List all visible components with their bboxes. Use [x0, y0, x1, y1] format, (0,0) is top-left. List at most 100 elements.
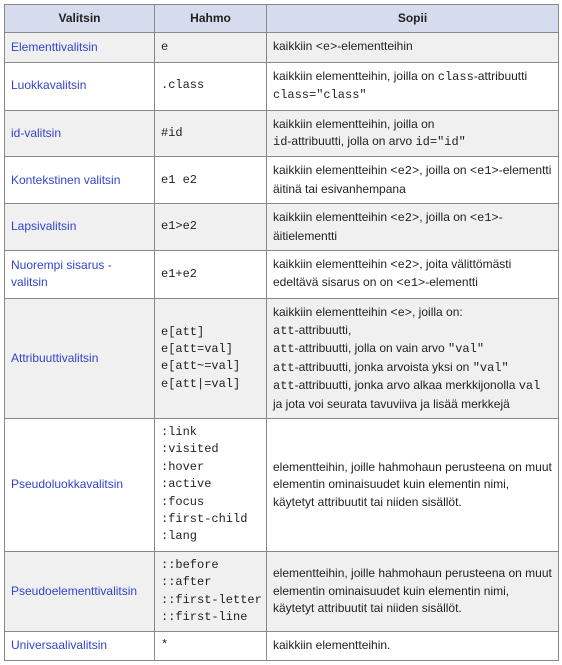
selector-link[interactable]: Lapsivalitsin [11, 219, 76, 233]
code-fragment: <e> [390, 306, 412, 320]
selector-link[interactable]: Nuorempi sisarus -valitsin [11, 258, 112, 289]
pattern-cell: ::before::after::first-letter::first-lin… [155, 551, 267, 632]
description-cell: kaikkiin elementteihin, joilla on id-att… [267, 110, 559, 157]
description-cell: kaikkiin <e>-elementteihin [267, 33, 559, 62]
text-fragment: kaikkiin [273, 39, 316, 53]
pattern: :hover [161, 459, 260, 476]
pattern: :link [161, 424, 260, 441]
selector-name-cell: Nuorempi sisarus -valitsin [5, 250, 155, 298]
pattern-cell: #id [155, 110, 267, 157]
table-row: Lapsivalitsin e1>e2 kaikkiin elementteihin… [5, 204, 559, 251]
pattern: e1>e2 [161, 218, 260, 235]
code-fragment: att [273, 361, 295, 375]
pattern-cell: :link:visited:hover:active:focus:first-c… [155, 419, 267, 552]
selector-link[interactable]: Kontekstinen valitsin [11, 173, 120, 187]
text-fragment: -attribuutti, jolla on vain arvo [295, 341, 448, 355]
pattern: * [161, 637, 260, 654]
selector-name-cell: Kontekstinen valitsin [5, 157, 155, 204]
code-fragment: class="class" [273, 88, 367, 102]
text-fragment: -attribuutti [474, 69, 527, 83]
pattern: e1 e2 [161, 172, 260, 189]
pattern-cell: e[att]e[att=val]e[att~=val]e[att|=val] [155, 298, 267, 418]
pattern-cell: e1 e2 [155, 157, 267, 204]
code-fragment: <e2> [390, 211, 419, 225]
selectors-tbody: Elementtivalitsin e kaikkiin <e>-elementte… [5, 33, 559, 660]
selector-name-cell: Luokkavalitsin [5, 62, 155, 110]
code-fragment: att [273, 379, 295, 393]
pattern: :lang [161, 528, 260, 545]
pattern: ::first-letter [161, 592, 260, 609]
selector-name-cell: Pseudoluokkavalitsin [5, 419, 155, 552]
pattern: :focus [161, 494, 260, 511]
code-fragment: att [273, 342, 295, 356]
pattern: e[att|=val] [161, 376, 260, 393]
description-cell: kaikkiin elementteihin <e2>, joita välit… [267, 250, 559, 298]
pattern: ::before [161, 557, 260, 574]
text-fragment: ja jota voi seurata tavuviiva ja lisää m… [273, 397, 510, 411]
table-row: Elementtivalitsin e kaikkiin <e>-elementte… [5, 33, 559, 62]
pattern: e1+e2 [161, 266, 260, 283]
pattern: ::first-line [161, 609, 260, 626]
text-fragment: , joilla on [419, 163, 470, 177]
code-fragment: id [273, 135, 287, 149]
pattern: e[att] [161, 324, 260, 341]
selector-link[interactable]: Attribuuttivalitsin [11, 351, 98, 365]
text-fragment: kaikkiin elementteihin. [273, 638, 390, 652]
table-row: Luokkavalitsin.classkaikkiin elementteih… [5, 62, 559, 110]
text-fragment: , joilla on [419, 210, 470, 224]
text-fragment: -attribuutti, jolla on arvo [287, 134, 415, 148]
table-row: Pseudoluokkavalitsin :link:visited:hover:… [5, 419, 559, 552]
text-fragment: kaikkiin elementteihin, joilla on [273, 117, 434, 131]
header-row: Valitsin Hahmo Sopii [5, 5, 559, 33]
selector-link[interactable]: id-valitsin [11, 126, 61, 140]
code-fragment: val [519, 379, 541, 393]
code-fragment: "val" [473, 361, 509, 375]
pattern: :active [161, 476, 260, 493]
description-cell: elementteihin, joille hahmohaun perustee… [267, 551, 559, 632]
selector-name-cell: Universaalivalitsin [5, 632, 155, 660]
selector-link[interactable]: Universaalivalitsin [11, 638, 107, 652]
selector-name-cell: Lapsivalitsin [5, 204, 155, 251]
selector-link[interactable]: Luokkavalitsin [11, 78, 86, 92]
selector-name-cell: Attribuuttivalitsin [5, 298, 155, 418]
code-fragment: <e> [316, 40, 338, 54]
selector-link[interactable]: Pseudoluokkavalitsin [11, 477, 123, 491]
text-fragment: , joilla on: [412, 305, 463, 319]
code-fragment: <e1> [470, 211, 499, 225]
pattern: :first-child [161, 511, 260, 528]
text-fragment: kaikkiin elementteihin [273, 305, 390, 319]
text-fragment: elementteihin, joille hahmohaun perustee… [273, 460, 552, 509]
pattern: e[att~=val] [161, 358, 260, 375]
table-row: Nuorempi sisarus -valitsin e1+e2 kaikkiin … [5, 250, 559, 298]
pattern: e[att=val] [161, 341, 260, 358]
description-cell: kaikkiin elementteihin <e>, joilla on: a… [267, 298, 559, 418]
pattern-cell: e1>e2 [155, 204, 267, 251]
pattern: e [161, 39, 260, 56]
col-hahmo: Hahmo [155, 5, 267, 33]
code-fragment: <e2> [390, 164, 419, 178]
description-cell: kaikkiin elementteihin. [267, 632, 559, 660]
selector-name-cell: id-valitsin [5, 110, 155, 157]
text-fragment: kaikkiin elementteihin [273, 163, 390, 177]
code-fragment: <e1> [396, 276, 425, 290]
table-row: Attribuuttivalitsine[att]e[att=val]e[att… [5, 298, 559, 418]
text-fragment: kaikkiin elementteihin [273, 210, 390, 224]
description-cell: elementteihin, joille hahmohaun perustee… [267, 419, 559, 552]
pattern: ::after [161, 574, 260, 591]
text-fragment: -attribuutti, [295, 323, 352, 337]
text-fragment: kaikkiin elementteihin [273, 257, 390, 271]
table-row: Kontekstinen valitsin e1 e2 kaikkiin eleme… [5, 157, 559, 204]
code-fragment: <e1> [470, 164, 499, 178]
code-fragment: class [438, 70, 474, 84]
table-row: Pseudoelementtivalitsin::before::after::… [5, 551, 559, 632]
selector-name-cell: Elementtivalitsin [5, 33, 155, 62]
pattern-cell: e1+e2 [155, 250, 267, 298]
code-fragment: att [273, 324, 295, 338]
pattern-cell: * [155, 632, 267, 660]
text-fragment: -elementti [425, 275, 478, 289]
code-fragment: <e2> [390, 258, 419, 272]
code-fragment: id="id" [415, 135, 465, 149]
text-fragment: -attribuutti, jonka arvoista yksi on [295, 360, 473, 374]
selector-link[interactable]: Elementtivalitsin [11, 40, 98, 54]
selector-link[interactable]: Pseudoelementtivalitsin [11, 584, 137, 598]
